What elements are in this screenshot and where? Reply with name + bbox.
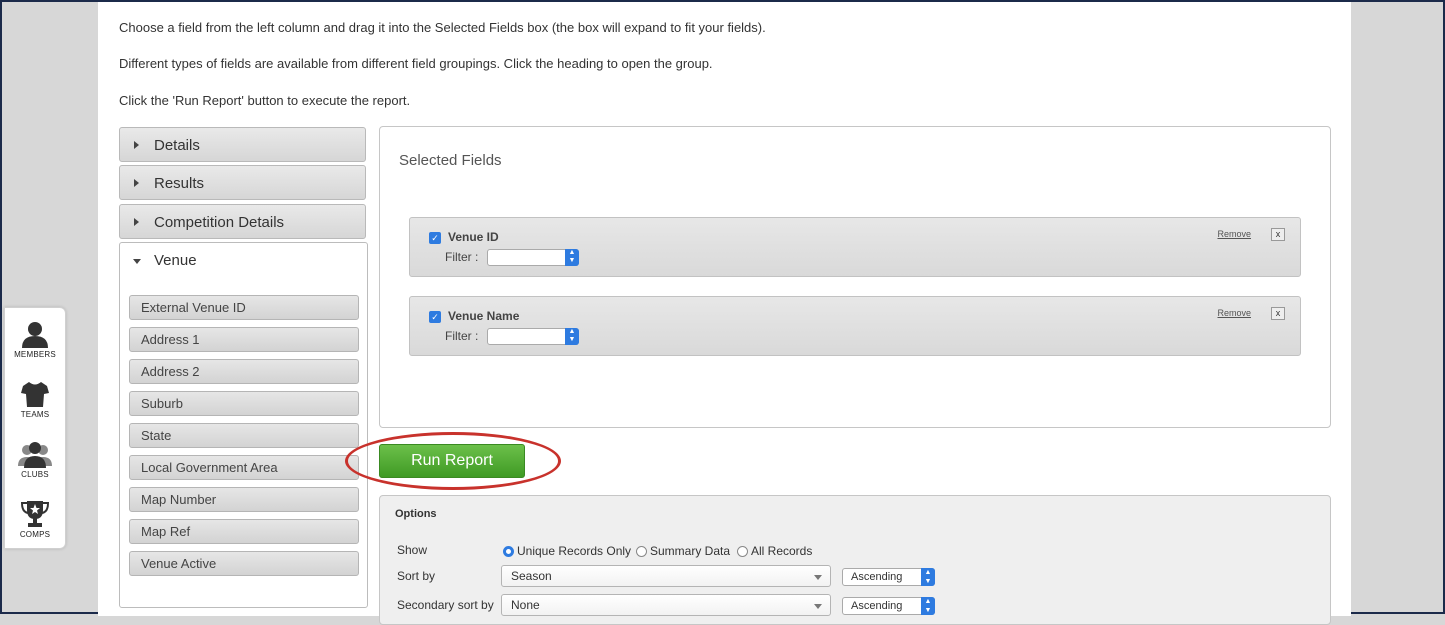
remove-x-button[interactable]: x bbox=[1271, 228, 1285, 241]
stepper-icon: ▲ ▼ bbox=[921, 597, 935, 615]
secondary-sort-select[interactable]: None bbox=[501, 594, 831, 616]
chevron-right-icon bbox=[134, 141, 139, 149]
secondary-sort-order-value: Ascending bbox=[851, 600, 903, 612]
options-title: Options bbox=[395, 508, 437, 520]
selected-field-venue-id[interactable]: ✓ Venue ID Filter : ▲ ▼ Remove x bbox=[409, 217, 1301, 277]
radio-icon bbox=[737, 546, 748, 557]
trophy-icon bbox=[20, 501, 50, 527]
group-details-label: Details bbox=[154, 137, 200, 154]
radio-summary-label: Summary Data bbox=[650, 544, 731, 558]
field-external-venue-id[interactable]: External Venue ID bbox=[129, 295, 359, 320]
field-suburb[interactable]: Suburb bbox=[129, 391, 359, 416]
stepper-icon: ▲ ▼ bbox=[921, 568, 935, 586]
group-competition-details-label: Competition Details bbox=[154, 214, 285, 231]
selected-fields-box[interactable]: Selected Fields ✓ Venue ID Filter : ▲ ▼ R… bbox=[379, 126, 1331, 428]
comps-nav-label: COMPS bbox=[19, 530, 51, 539]
caret-down-icon bbox=[814, 604, 822, 609]
radio-unique-records[interactable]: Unique Records Only bbox=[503, 544, 631, 558]
teams-nav-label: TEAMS bbox=[20, 410, 50, 419]
filter-label: Filter : bbox=[445, 329, 479, 343]
members-nav[interactable]: MEMBERS bbox=[5, 320, 65, 359]
group-results-header[interactable]: Results bbox=[119, 165, 366, 200]
run-report-button[interactable]: Run Report bbox=[379, 444, 525, 478]
field-map-number[interactable]: Map Number bbox=[129, 487, 359, 512]
jersey-icon bbox=[21, 382, 49, 407]
stepper-icon: ▲ ▼ bbox=[565, 249, 579, 266]
members-nav-label: MEMBERS bbox=[14, 350, 56, 359]
sort-by-order-value: Ascending bbox=[851, 571, 903, 583]
remove-x-button[interactable]: x bbox=[1271, 307, 1285, 320]
comps-nav[interactable]: COMPS bbox=[5, 500, 65, 539]
show-label: Show bbox=[397, 543, 428, 557]
selected-fields-title: Selected Fields bbox=[399, 152, 502, 169]
instruction-drag: Choose a field from the left column and … bbox=[119, 20, 766, 35]
field-state[interactable]: State bbox=[129, 423, 359, 448]
quick-nav: MEMBERS TEAMS CLUBS COMPS bbox=[4, 307, 66, 549]
selected-field-name: Venue ID bbox=[448, 230, 499, 244]
radio-icon bbox=[636, 546, 647, 557]
member-icon bbox=[22, 322, 48, 348]
chevron-down-icon[interactable] bbox=[133, 259, 141, 264]
sort-by-order-select[interactable]: Ascending ▲ ▼ bbox=[842, 568, 935, 586]
radio-unique-label: Unique Records Only bbox=[517, 544, 632, 558]
sort-by-select[interactable]: Season bbox=[501, 565, 831, 587]
venue-id-filter-select[interactable]: ▲ ▼ bbox=[487, 249, 579, 266]
radio-all-label: All Records bbox=[751, 544, 813, 558]
radio-summary-data[interactable]: Summary Data bbox=[636, 544, 730, 558]
group-details-header[interactable]: Details bbox=[119, 127, 366, 162]
options-panel: Options Show Unique Records Only Summary… bbox=[379, 495, 1331, 625]
group-icon bbox=[18, 442, 52, 468]
chevron-right-icon bbox=[134, 218, 139, 226]
report-builder-page: Choose a field from the left column and … bbox=[98, 2, 1351, 625]
selected-field-name: Venue Name bbox=[448, 309, 520, 323]
field-address-2[interactable]: Address 2 bbox=[129, 359, 359, 384]
chevron-right-icon bbox=[134, 179, 139, 187]
field-venue-active[interactable]: Venue Active bbox=[129, 551, 359, 576]
sort-by-label: Sort by bbox=[397, 569, 436, 583]
stepper-icon: ▲ ▼ bbox=[565, 328, 579, 345]
instruction-groups: Different types of fields are available … bbox=[119, 56, 713, 71]
group-venue-panel: Venue External Venue ID Address 1 Addres… bbox=[119, 242, 368, 608]
instruction-run: Click the 'Run Report' button to execute… bbox=[119, 93, 411, 108]
selected-field-venue-name[interactable]: ✓ Venue Name Filter : ▲ ▼ Remove x bbox=[409, 296, 1301, 356]
remove-link[interactable]: Remove bbox=[1217, 308, 1251, 318]
secondary-sort-label: Secondary sort by bbox=[397, 598, 494, 612]
sort-by-value: Season bbox=[511, 569, 552, 583]
field-map-ref[interactable]: Map Ref bbox=[129, 519, 359, 544]
caret-down-icon bbox=[814, 575, 822, 580]
remove-link[interactable]: Remove bbox=[1217, 229, 1251, 239]
secondary-sort-value: None bbox=[511, 598, 540, 612]
venue-id-checkbox[interactable]: ✓ bbox=[429, 232, 441, 244]
radio-all-records[interactable]: All Records bbox=[737, 544, 812, 558]
group-venue-label[interactable]: Venue bbox=[154, 252, 197, 269]
secondary-sort-order-select[interactable]: Ascending ▲ ▼ bbox=[842, 597, 935, 615]
group-competition-details-header[interactable]: Competition Details bbox=[119, 204, 366, 239]
teams-nav[interactable]: TEAMS bbox=[5, 380, 65, 419]
field-address-1[interactable]: Address 1 bbox=[129, 327, 359, 352]
filter-label: Filter : bbox=[445, 250, 479, 264]
clubs-nav[interactable]: CLUBS bbox=[5, 440, 65, 479]
group-results-label: Results bbox=[154, 175, 205, 192]
venue-name-checkbox[interactable]: ✓ bbox=[429, 311, 441, 323]
field-local-government-area[interactable]: Local Government Area bbox=[129, 455, 359, 480]
venue-name-filter-select[interactable]: ▲ ▼ bbox=[487, 328, 579, 345]
clubs-nav-label: CLUBS bbox=[21, 470, 49, 479]
radio-selected-icon bbox=[503, 546, 514, 557]
